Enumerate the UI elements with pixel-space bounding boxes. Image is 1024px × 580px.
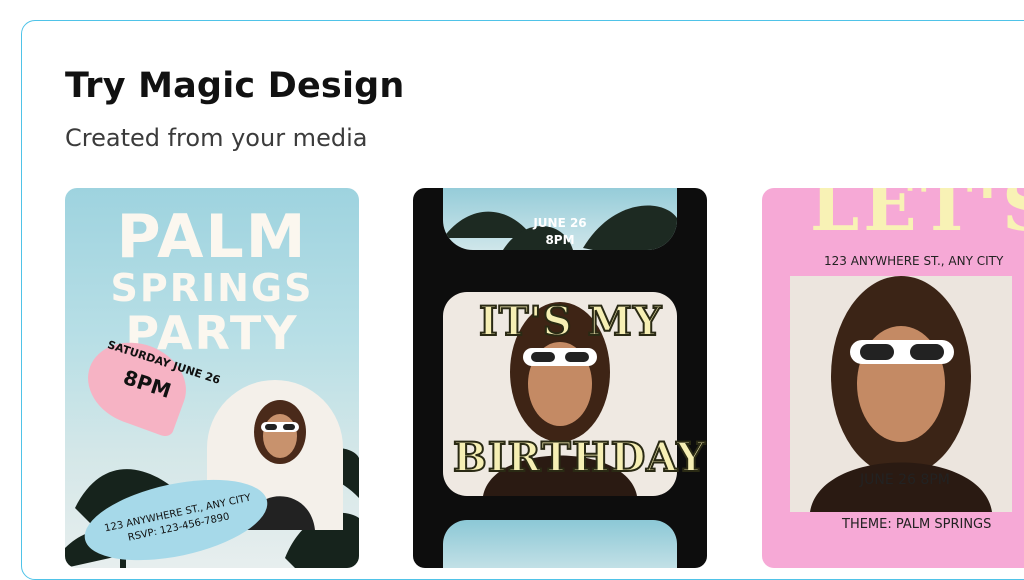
card3-headline: LET'S [810,188,1024,247]
card3-address: 123 ANYWHERE ST., ANY CITY [824,254,1004,268]
card1-headline-palm: PALM [116,202,308,272]
card1-headline-springs: SPRINGS [110,266,314,310]
card2-line2: BIRTHDAY! [452,433,707,482]
design-card-lets[interactable]: LET'S 123 ANYWHERE ST., ANY CITY JUNE 26… [762,188,1024,568]
card2-time: 8PM [545,233,575,247]
design-card-palm-springs[interactable]: PALM SPRINGS PARTY SATURDAY JUNE 26 8PM … [65,188,359,568]
card3-datetime: JUNE 26 8PM [860,472,950,488]
section-subtitle: Created from your media [65,124,368,152]
section-title: Try Magic Design [65,66,405,106]
card3-theme: THEME: PALM SPRINGS [842,517,992,532]
card2-date: JUNE 26 [533,216,587,230]
photo-frame-3: JUNE 26 8PM [790,276,1012,512]
design-card-birthday[interactable]: JUNE 26 8PM IT'S MY BIRTHDAY! [413,188,707,568]
bottom-palm-frame [443,520,677,568]
card2-line1: IT'S MY [478,297,663,346]
